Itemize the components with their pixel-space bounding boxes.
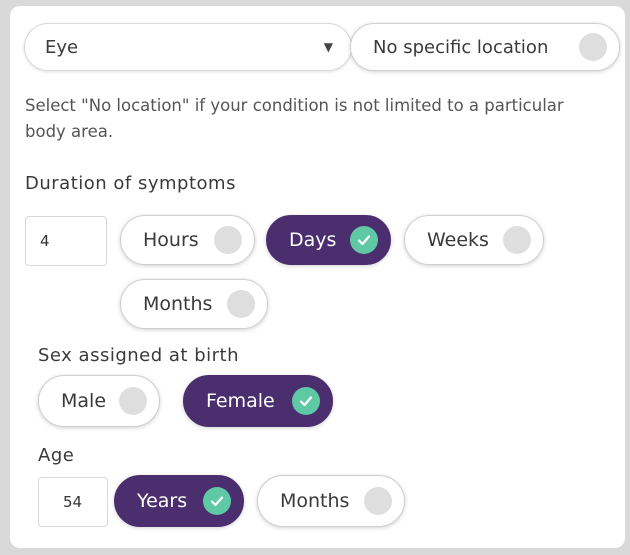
duration-label: Duration of symptoms — [25, 173, 236, 194]
sex-label: Sex assigned at birth — [38, 345, 240, 366]
duration-unit-hours-label: Hours — [143, 229, 199, 251]
checkmark-icon — [350, 226, 378, 254]
radio-unchecked-icon — [579, 33, 607, 61]
sex-option-female-label: Female — [206, 390, 275, 412]
duration-input[interactable]: 4 — [25, 216, 107, 266]
duration-unit-months[interactable]: Months — [120, 279, 268, 329]
checkmark-icon — [292, 387, 320, 415]
age-unit-years-label: Years — [137, 490, 188, 512]
duration-unit-days-label: Days — [289, 229, 337, 251]
radio-unchecked-icon — [227, 290, 255, 318]
radio-unchecked-icon — [214, 226, 242, 254]
duration-unit-weeks-label: Weeks — [427, 229, 489, 251]
no-location-label: No specific location — [373, 36, 549, 58]
location-help-text: Select "No location" if your condition i… — [25, 96, 564, 141]
location-select[interactable]: Eye ▼ — [24, 23, 352, 71]
age-unit-months[interactable]: Months — [257, 475, 405, 527]
no-location-toggle[interactable]: No specific location — [350, 23, 620, 71]
sex-option-female[interactable]: Female — [183, 375, 333, 427]
age-input[interactable]: 54 — [38, 477, 108, 527]
location-select-value: Eye — [45, 36, 79, 58]
age-unit-years[interactable]: Years — [114, 475, 244, 527]
sex-option-male[interactable]: Male — [38, 375, 160, 427]
age-label: Age — [38, 445, 75, 466]
sex-option-male-label: Male — [61, 390, 107, 412]
form-card: Eye ▼ No specific location Select "No lo… — [10, 6, 625, 548]
duration-unit-weeks[interactable]: Weeks — [404, 215, 544, 265]
chevron-down-icon: ▼ — [323, 40, 333, 54]
duration-unit-months-label: Months — [143, 293, 213, 315]
radio-unchecked-icon — [364, 487, 392, 515]
radio-unchecked-icon — [119, 387, 147, 415]
duration-unit-days[interactable]: Days — [266, 215, 391, 265]
duration-unit-hours[interactable]: Hours — [120, 215, 255, 265]
checkmark-icon — [203, 487, 231, 515]
radio-unchecked-icon — [503, 226, 531, 254]
age-unit-months-label: Months — [280, 490, 350, 512]
